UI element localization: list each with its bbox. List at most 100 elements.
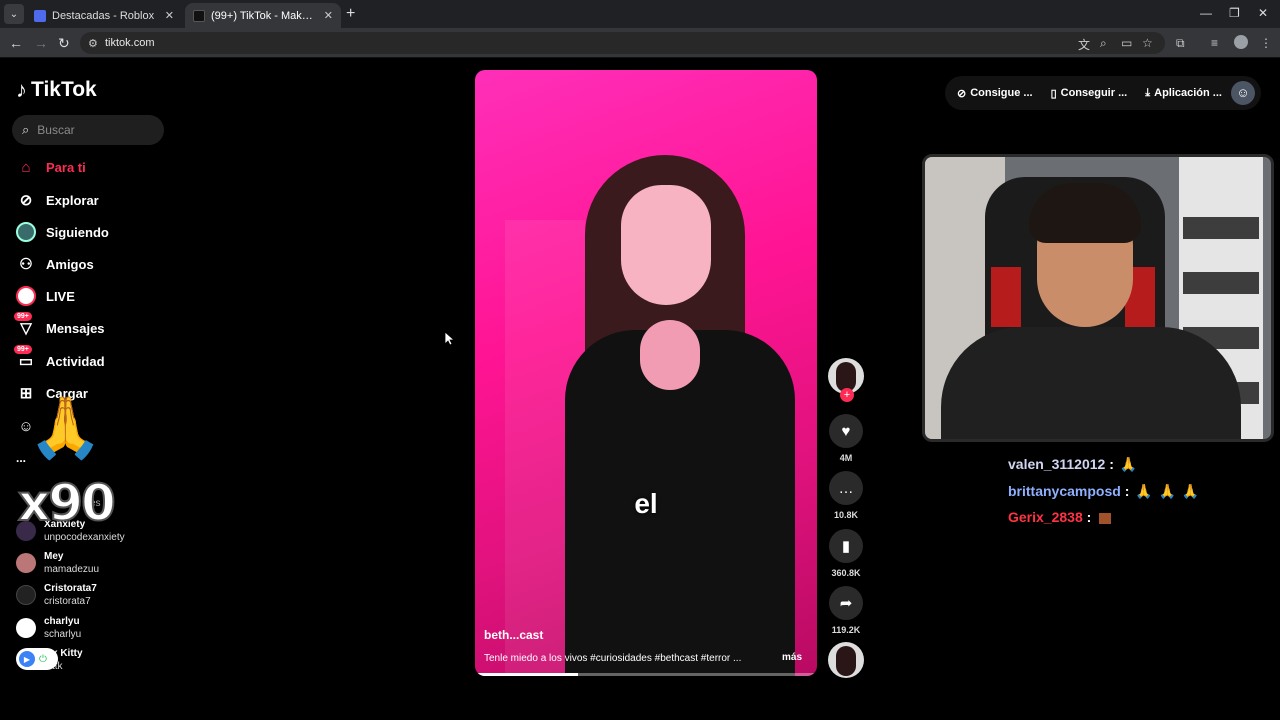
heart-icon: ♥ bbox=[829, 414, 863, 448]
search-box[interactable]: ⌕ bbox=[12, 115, 164, 145]
music-avatar[interactable] bbox=[827, 642, 865, 678]
following-account[interactable]: Cristorata7 cristorata7 bbox=[16, 582, 97, 608]
avatar bbox=[16, 618, 36, 638]
video-description: Tenle miedo a los vivos #curiosidades #b… bbox=[484, 653, 742, 664]
hands-emoji-icon: 🙏 bbox=[1181, 483, 1200, 499]
chat-separator: : bbox=[1109, 456, 1114, 472]
hands-emoji-icon: 🙏 bbox=[1135, 483, 1153, 499]
sidebar-item-label: Mensajes bbox=[46, 320, 105, 336]
sidebar-item-explorar[interactable]: ⊘ Explorar bbox=[16, 188, 99, 212]
activity-icon: ▭ 99+ bbox=[14, 345, 36, 371]
tiktok-note-icon: ♪ bbox=[16, 77, 27, 102]
share-icon: ➦ bbox=[829, 586, 863, 620]
search-input[interactable] bbox=[37, 123, 148, 137]
sidebar-item-actividad[interactable]: ▭ 99+ Actividad bbox=[14, 345, 105, 373]
minimize-icon[interactable]: — bbox=[1200, 6, 1212, 20]
get-coins-label: Consigue ... bbox=[970, 87, 1033, 99]
extensions-icon[interactable]: ⧉ bbox=[1176, 36, 1185, 51]
url-field[interactable] bbox=[80, 32, 1165, 54]
sidebar-item-para-ti[interactable]: ⌂ Para ti bbox=[16, 155, 86, 179]
comment-count: 10.8K bbox=[833, 510, 859, 520]
sidebar-item-siguiendo[interactable]: Siguiendo bbox=[16, 220, 109, 244]
zoom-icon[interactable]: ⌕ bbox=[1100, 36, 1107, 51]
tab-title: (99+) TikTok - Make Your Day bbox=[211, 9, 318, 22]
chat-separator: : bbox=[1124, 483, 1130, 499]
close-window-icon[interactable]: ✕ bbox=[1258, 6, 1268, 20]
share-button[interactable]: ➦ 119.2K bbox=[827, 586, 865, 635]
sidebar-item-live[interactable]: LIVE bbox=[16, 284, 75, 308]
following-account[interactable]: charlyu scharlyu bbox=[16, 615, 81, 641]
video-author[interactable]: beth...cast bbox=[484, 628, 543, 642]
restore-icon[interactable]: ❐ bbox=[1229, 6, 1240, 20]
phone-icon: ▯ bbox=[1050, 87, 1057, 100]
tab-search-button[interactable]: ⌄ bbox=[4, 4, 24, 24]
user-avatar[interactable]: ☺ bbox=[1231, 81, 1255, 105]
logo-text: TikTok bbox=[31, 78, 97, 101]
following-account[interactable]: Mey mamadezuu bbox=[16, 550, 99, 576]
play-icon: ▶ bbox=[19, 651, 35, 667]
share-count: 119.2K bbox=[831, 625, 861, 635]
messages-icon: ▽ 99+ bbox=[14, 312, 36, 338]
back-icon[interactable]: ← bbox=[9, 35, 23, 51]
like-count: 4M bbox=[839, 453, 853, 463]
cam-chair-accent bbox=[991, 267, 1021, 327]
cast-icon[interactable]: ▭ bbox=[1121, 36, 1132, 50]
profile-avatar[interactable] bbox=[1234, 35, 1248, 49]
chat-message: valen_3112012 : 🙏 bbox=[1008, 456, 1137, 473]
following-avatar-icon bbox=[16, 222, 36, 242]
video-player[interactable]: el beth...cast Tenle miedo a los vivos #… bbox=[475, 70, 817, 676]
hands-emoji-icon: 🙏 bbox=[1158, 483, 1177, 499]
tab-title: Destacadas - Roblox bbox=[52, 9, 155, 22]
compass-icon: ⊘ bbox=[19, 192, 33, 209]
chat-user: Gerix_2838 bbox=[1008, 509, 1083, 525]
messages-badge: 99+ bbox=[14, 312, 32, 321]
comment-button[interactable]: … 10.8K bbox=[827, 471, 865, 520]
webcam-overlay bbox=[922, 154, 1274, 442]
more-icon: ... bbox=[16, 451, 27, 465]
account-name: Cristorata7 bbox=[44, 583, 97, 594]
tab-tiktok[interactable]: (99+) TikTok - Make Your Day ✕ bbox=[185, 3, 341, 28]
new-tab-button[interactable]: + bbox=[346, 5, 355, 23]
reload-icon[interactable]: ↻ bbox=[58, 35, 70, 52]
sidebar-item-more[interactable]: ... bbox=[16, 446, 26, 470]
sidebar-item-label: Para ti bbox=[46, 159, 86, 175]
sidebar-item-mensajes[interactable]: ▽ 99+ Mensajes bbox=[14, 312, 105, 340]
address-bar-row: ← → ↻ 文 ⌕ ▭ ☆ ⧉ ≡ ⋮ bbox=[0, 28, 1280, 58]
chat-separator: : bbox=[1086, 509, 1092, 525]
bookmark-star-icon[interactable]: ☆ bbox=[1142, 36, 1153, 50]
download-app-button[interactable]: ⤓ Aplicación ... bbox=[1145, 87, 1222, 100]
comment-icon: … bbox=[829, 471, 863, 505]
close-tab-icon[interactable]: ✕ bbox=[165, 9, 174, 22]
bookmark-icon: ▮ bbox=[829, 529, 863, 563]
follow-plus-icon[interactable]: + bbox=[840, 388, 854, 402]
tiktok-logo[interactable]: ♪ TikTok bbox=[16, 77, 97, 103]
site-info-icon[interactable]: ⚙ bbox=[88, 37, 98, 50]
get-app-button[interactable]: ▯ Conseguir ... bbox=[1051, 87, 1128, 100]
sidebar-item-amigos[interactable]: ⚇ Amigos bbox=[16, 252, 94, 276]
save-button[interactable]: ▮ 360.8K bbox=[827, 529, 865, 578]
get-coins-button[interactable]: ⊘ Consigue ... bbox=[957, 87, 1033, 100]
tab-roblox[interactable]: Destacadas - Roblox ✕ bbox=[26, 3, 182, 28]
menu-icon[interactable]: ⋮ bbox=[1260, 36, 1272, 50]
avatar bbox=[16, 585, 36, 605]
forward-icon[interactable]: → bbox=[34, 35, 48, 51]
account-name: Mey bbox=[44, 551, 64, 562]
video-person-face bbox=[621, 185, 711, 305]
friends-icon: ⚇ bbox=[19, 256, 33, 273]
translate-icon[interactable]: 文 bbox=[1078, 36, 1090, 53]
avatar bbox=[16, 553, 36, 573]
extension-shortcut[interactable]: ▶ ⏻ bbox=[16, 648, 58, 670]
close-tab-icon[interactable]: ✕ bbox=[324, 9, 333, 22]
live-icon bbox=[16, 286, 36, 306]
hands-emoji-icon: 🙏 bbox=[28, 394, 103, 461]
more-button[interactable]: más bbox=[782, 652, 802, 663]
media-icon[interactable]: ≡ bbox=[1211, 36, 1218, 50]
video-progress-bar[interactable] bbox=[475, 673, 817, 676]
sidebar-item-label: Amigos bbox=[46, 256, 94, 272]
creator-avatar[interactable]: + bbox=[827, 358, 865, 402]
like-button[interactable]: ♥ 4M bbox=[827, 414, 865, 463]
hands-emoji-icon: 🙏 bbox=[1119, 456, 1138, 472]
top-action-bar: ⊘ Consigue ... ▯ Conseguir ... ⤓ Aplicación… bbox=[945, 76, 1261, 110]
browser-tabbar: ⌄ Destacadas - Roblox ✕ (99+) TikTok - M… bbox=[0, 0, 1280, 28]
sidebar-item-label: Actividad bbox=[46, 353, 105, 369]
